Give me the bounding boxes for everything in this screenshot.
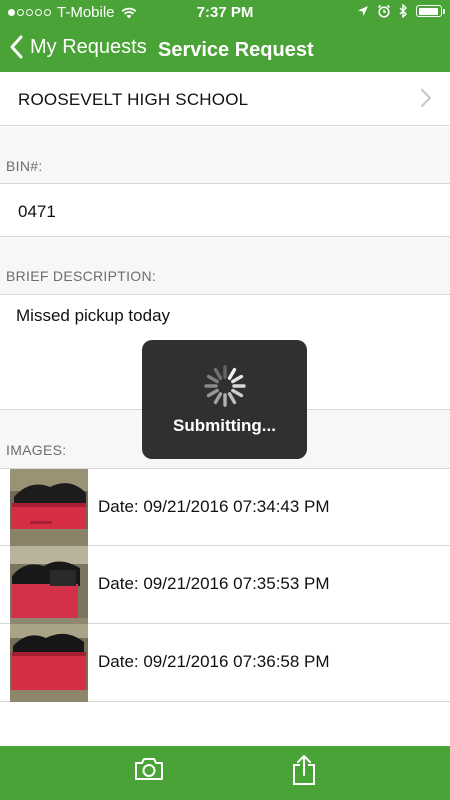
spinner-spoke — [231, 388, 244, 398]
image-date: Date: 09/21/2016 07:35:53 PM — [98, 574, 330, 593]
bin-section-header — [0, 127, 450, 183]
bin-field[interactable]: 0471 — [0, 183, 450, 237]
bluetooth-icon — [399, 4, 407, 18]
description-label: BRIEF DESCRIPTION: — [6, 268, 157, 284]
spinner-spoke — [206, 388, 219, 398]
image-list-item[interactable]: Date: 09/21/2016 07:34:43 PM — [0, 468, 450, 547]
image-date: Date: 09/21/2016 07:36:58 PM — [98, 652, 330, 671]
camera-button[interactable] — [133, 756, 165, 787]
top-bar: T-Mobile 7:37 PM My Requests Service Req… — [0, 0, 450, 72]
image-date: Date: 09/21/2016 07:34:43 PM — [98, 497, 330, 516]
progress-hud: Submitting... — [142, 340, 307, 459]
activity-spinner-icon — [204, 365, 246, 407]
description-section-header — [0, 237, 450, 294]
hud-label: Submitting... — [173, 416, 276, 435]
location-arrow-icon — [358, 6, 368, 16]
share-button[interactable] — [291, 754, 317, 791]
back-label: My Requests — [30, 35, 147, 58]
bin-label: BIN#: — [6, 158, 43, 174]
image-thumbnail — [10, 469, 88, 547]
navigation-bar: My Requests Service Request — [0, 30, 450, 72]
spinner-spoke — [213, 392, 223, 405]
camera-icon — [135, 758, 163, 780]
school-selector-row[interactable]: ROOSEVELT HIGH SCHOOL — [0, 72, 450, 126]
battery-icon — [416, 5, 445, 17]
chevron-right-icon — [420, 88, 432, 108]
spinner-spoke — [227, 367, 237, 380]
bin-value: 0471 — [18, 202, 56, 221]
image-thumbnail — [10, 546, 88, 624]
share-icon — [293, 755, 315, 785]
image-thumbnail — [10, 624, 88, 702]
status-bar: T-Mobile 7:37 PM — [0, 0, 450, 26]
chevron-left-icon — [10, 35, 23, 59]
image-list-item[interactable]: Date: 09/21/2016 07:36:58 PM — [0, 624, 450, 702]
spinner-spoke — [206, 374, 219, 384]
images-label: IMAGES: — [6, 442, 67, 458]
school-name: ROOSEVELT HIGH SCHOOL — [18, 90, 249, 109]
bottom-toolbar — [0, 746, 450, 800]
spinner-spoke — [213, 367, 223, 380]
image-list-item[interactable]: Date: 09/21/2016 07:35:53 PM — [0, 546, 450, 624]
alarm-icon — [377, 4, 391, 18]
description-value: Missed pickup today — [16, 306, 171, 325]
spinner-spoke — [227, 392, 237, 405]
back-button[interactable]: My Requests — [10, 35, 147, 59]
spinner-spoke — [231, 374, 244, 384]
page-title: Service Request — [158, 39, 314, 61]
